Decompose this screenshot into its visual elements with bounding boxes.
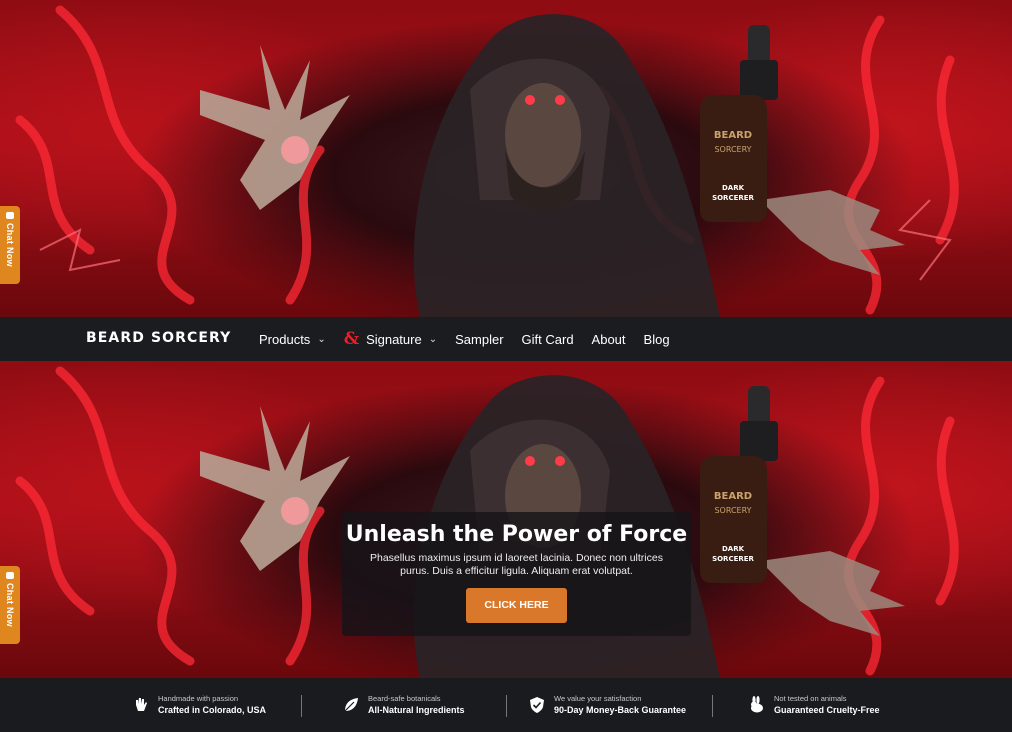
chevron-down-icon: ⌄ <box>428 333 438 345</box>
hero-title: Unleash the Power of Force <box>345 522 688 547</box>
product-bottle: BEARD SORCERY DARK SORCERER <box>700 386 778 583</box>
feature-item: Beard-safe botanicals All-Natural Ingred… <box>342 694 465 716</box>
nav-item-gift-card[interactable]: Gift Card <box>522 332 574 347</box>
divider <box>506 695 507 717</box>
svg-text:BEARD: BEARD <box>714 130 752 141</box>
svg-text:SORCERY: SORCERY <box>714 145 751 154</box>
nav-item-label: Gift Card <box>521 331 574 347</box>
product-bottle: BEARD SORCERY DARK SORCERER <box>700 25 778 222</box>
chat-now-tab[interactable]: Chat Now <box>0 206 20 284</box>
chat-now-label: Chat Now <box>5 583 15 627</box>
feature-title: All-Natural Ingredients <box>368 705 465 715</box>
chat-bubble-icon <box>6 212 14 219</box>
ampersand-icon: & <box>343 329 360 349</box>
svg-text:SORCERER: SORCERER <box>712 194 754 202</box>
feature-item: Handmade with passion Crafted in Colorad… <box>132 694 266 716</box>
hero-cta-panel: Unleash the Power of Force Phasellus max… <box>342 512 691 636</box>
chat-bubble-icon <box>6 572 14 579</box>
hero-image-top: BEARD SORCERY DARK SORCERER <box>0 0 1012 317</box>
feature-item: Not tested on animals Guaranteed Cruelty… <box>748 694 880 716</box>
divider <box>301 695 302 717</box>
feature-subtitle: Handmade with passion <box>158 694 239 703</box>
nav-item-products[interactable]: Products ⌄ <box>259 332 326 347</box>
nav-item-blog[interactable]: Blog <box>644 332 670 347</box>
hero-description: Phasellus maximus ipsum id laoreet lacin… <box>370 552 663 577</box>
hand-icon <box>136 698 147 711</box>
feature-item: We value your satisfaction 90-Day Money-… <box>528 694 686 716</box>
nav-item-label: Sampler <box>455 331 504 347</box>
rabbit-icon <box>751 696 763 713</box>
nav-item-label: About <box>591 331 626 347</box>
divider <box>712 695 713 717</box>
leaf-icon <box>344 698 358 712</box>
chat-now-label: Chat Now <box>5 223 15 267</box>
nav-menu: Products ⌄ & Signature ⌄ Sampler Gift Ca… <box>259 317 688 361</box>
nav-item-label: Signature <box>366 331 422 347</box>
svg-text:DARK: DARK <box>722 184 745 192</box>
nav-item-label: Blog <box>643 331 670 347</box>
svg-text:DARK: DARK <box>722 545 745 553</box>
nav-item-label: Products <box>259 331 311 347</box>
feature-subtitle: We value your satisfaction <box>554 694 642 703</box>
svg-text:SORCERER: SORCERER <box>712 555 754 563</box>
feature-subtitle: Not tested on animals <box>774 694 847 703</box>
shield-check-icon <box>530 697 544 713</box>
chevron-down-icon: ⌄ <box>317 333 326 345</box>
feature-strip: Handmade with passion Crafted in Colorad… <box>0 678 1012 732</box>
chat-now-tab[interactable]: Chat Now <box>0 566 20 644</box>
svg-text:SORCERY: SORCERY <box>714 506 751 515</box>
feature-title: Guaranteed Cruelty-Free <box>774 705 880 715</box>
nav-item-sampler[interactable]: Sampler <box>455 332 503 347</box>
click-here-button[interactable]: CLICK HERE <box>466 588 567 623</box>
site-logo[interactable]: BEARD SORCERY <box>86 330 231 346</box>
main-navigation: BEARD SORCERY Products ⌄ & Signature ⌄ S… <box>0 317 1012 361</box>
nav-item-about[interactable]: About <box>592 332 626 347</box>
svg-text:BEARD: BEARD <box>714 491 752 502</box>
feature-title: Crafted in Colorado, USA <box>158 705 267 715</box>
sorcerer-artwork: BEARD SORCERY DARK SORCERER <box>15 5 959 317</box>
feature-title: 90-Day Money-Back Guarantee <box>554 705 687 715</box>
nav-item-signature[interactable]: & Signature ⌄ <box>344 329 437 349</box>
feature-subtitle: Beard-safe botanicals <box>368 694 441 703</box>
